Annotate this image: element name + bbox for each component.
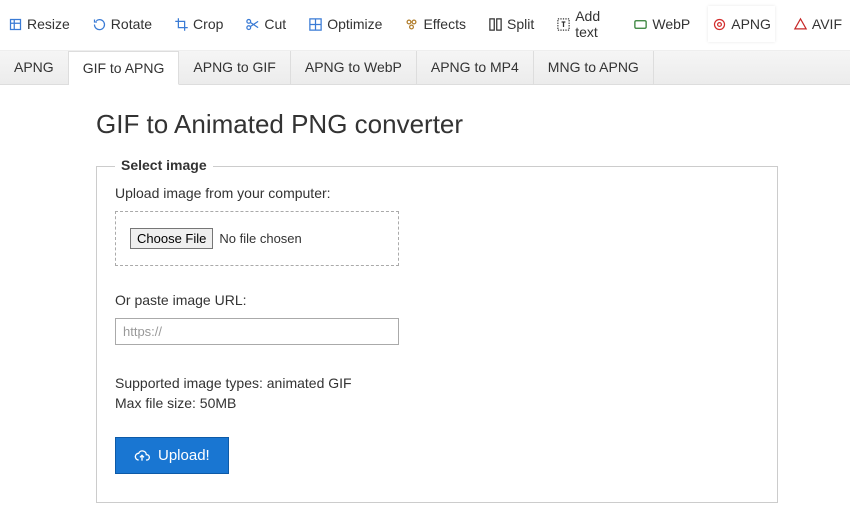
effects-icon (404, 17, 419, 32)
rotate-icon (92, 17, 107, 32)
toolbar-item-label: Resize (27, 16, 70, 32)
toolbar-item-label: Crop (193, 16, 223, 32)
sub-tabs: APNGGIF to APNGAPNG to GIFAPNG to WebPAP… (0, 51, 850, 85)
top-toolbar: Resize Rotate Crop Cut Optimize Effects Split A… (0, 0, 850, 51)
toolbar-item-label: Add text (575, 8, 611, 40)
subtab-gif-to-apng[interactable]: GIF to APNG (69, 51, 180, 85)
cloud-upload-icon (134, 448, 150, 464)
toolbar-item-apng[interactable]: APNG (708, 6, 775, 42)
toolbar-item-crop[interactable]: Crop (170, 6, 227, 42)
toolbar-item-label: APNG (731, 16, 771, 32)
optimize-icon (308, 17, 323, 32)
toolbar-item-label: Rotate (111, 16, 152, 32)
apng-icon (712, 17, 727, 32)
toolbar-item-webp[interactable]: WebP (629, 6, 694, 42)
toolbar-item-cut[interactable]: Cut (241, 6, 290, 42)
toolbar-item-avif[interactable]: AVIF (789, 6, 846, 42)
cut-icon (245, 17, 260, 32)
url-input[interactable] (115, 318, 399, 345)
toolbar-item-label: AVIF (812, 16, 842, 32)
upload-button-label: Upload! (158, 447, 210, 464)
main-content: GIF to Animated PNG converter Select ima… (0, 85, 850, 527)
webp-icon (633, 17, 648, 32)
subtab-apng-to-gif[interactable]: APNG to GIF (179, 51, 290, 84)
file-drop-box[interactable]: Choose File No file chosen (115, 211, 399, 266)
subtab-mng-to-apng[interactable]: MNG to APNG (534, 51, 654, 84)
toolbar-item-label: WebP (652, 16, 690, 32)
toolbar-item-add-text[interactable]: Add text (552, 6, 615, 42)
toolbar-item-effects[interactable]: Effects (400, 6, 470, 42)
crop-icon (174, 17, 189, 32)
upload-label: Upload image from your computer: (115, 185, 759, 201)
subtab-apng-to-webp[interactable]: APNG to WebP (291, 51, 417, 84)
subtab-apng-to-mp4[interactable]: APNG to MP4 (417, 51, 534, 84)
toolbar-item-label: Optimize (327, 16, 382, 32)
page-title: GIF to Animated PNG converter (96, 109, 850, 140)
toolbar-item-label: Split (507, 16, 534, 32)
toolbar-item-split[interactable]: Split (484, 6, 538, 42)
file-status-text: No file chosen (219, 231, 301, 246)
toolbar-item-optimize[interactable]: Optimize (304, 6, 386, 42)
resize-icon (8, 17, 23, 32)
split-icon (488, 17, 503, 32)
subtab-apng[interactable]: APNG (0, 51, 69, 84)
toolbar-item-rotate[interactable]: Rotate (88, 6, 156, 42)
supported-types-text: Supported image types: animated GIF (115, 375, 759, 391)
max-file-size-text: Max file size: 50MB (115, 395, 759, 411)
select-image-fieldset: Select image Upload image from your comp… (96, 166, 778, 503)
upload-button[interactable]: Upload! (115, 437, 229, 474)
avif-icon (793, 17, 808, 32)
addtext-icon (556, 17, 571, 32)
url-label: Or paste image URL: (115, 292, 759, 308)
choose-file-button[interactable]: Choose File (130, 228, 213, 249)
toolbar-item-label: Cut (264, 16, 286, 32)
toolbar-item-label: Effects (423, 16, 466, 32)
toolbar-item-resize[interactable]: Resize (4, 6, 74, 42)
fieldset-legend: Select image (115, 157, 213, 173)
